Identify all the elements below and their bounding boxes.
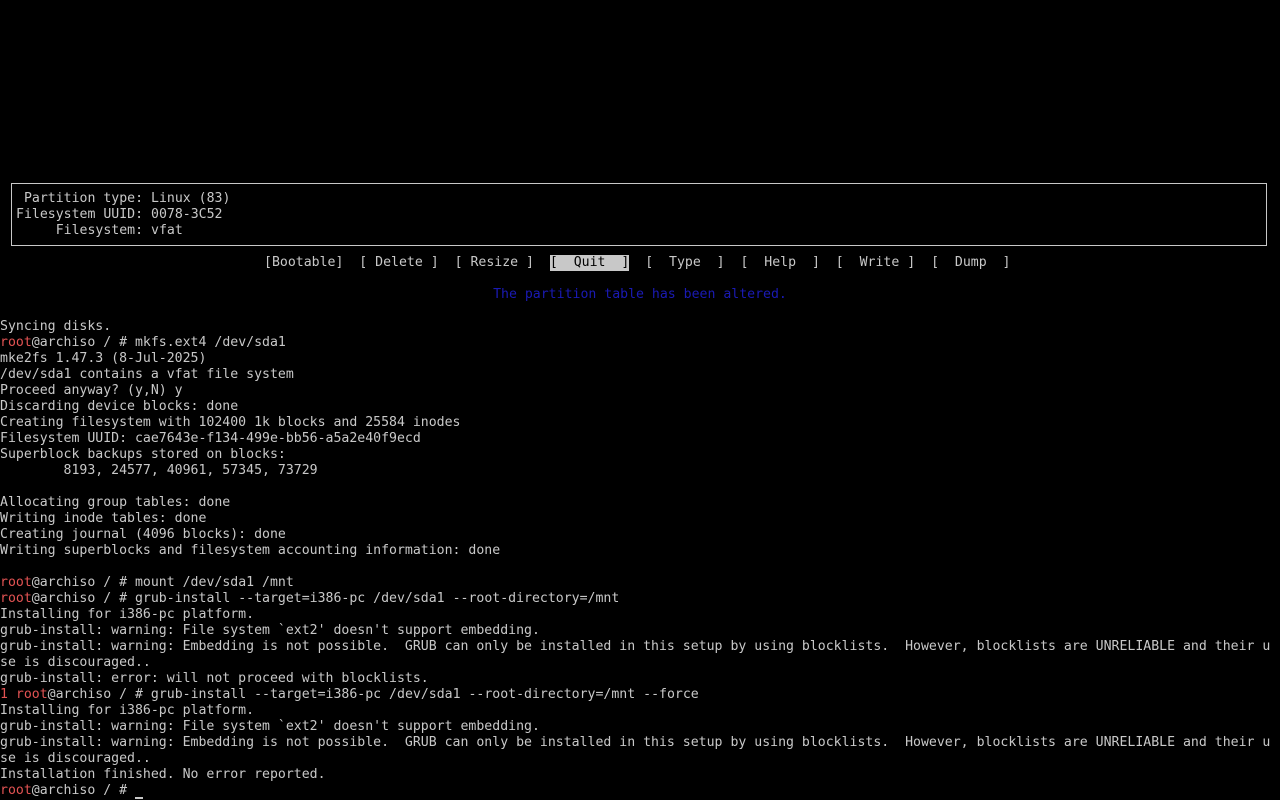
prompt-user: root — [0, 783, 32, 798]
prompt-host-path: @archiso / # — [31, 575, 135, 590]
partition-type-label: Partition type: — [16, 191, 144, 206]
partition-info-box: Partition type: Linux (83) Filesystem UU… — [11, 183, 1267, 246]
menu-delete-button[interactable]: [ Delete ] — [359, 255, 438, 271]
cfdisk-menu-bar: [Bootable] [ Delete ] [ Resize ] [ Quit … — [264, 255, 1010, 271]
command-line: 1 root@archiso / # grub-install --target… — [0, 687, 699, 703]
command-line: root@archiso / # mount /dev/sda1 /mnt — [0, 575, 294, 591]
menu-resize-button[interactable]: [ Resize ] — [455, 255, 534, 271]
command-text: grub-install --target=i386-pc /dev/sda1 … — [134, 591, 620, 606]
filesystem-value: vfat — [151, 223, 183, 238]
menu-quit-button[interactable]: [ Quit ] — [549, 255, 630, 271]
menu-type-button[interactable]: [ Type ] — [645, 255, 724, 271]
prompt-host-path: @archiso / # — [31, 591, 135, 606]
status-message: The partition table has been altered. — [493, 287, 787, 302]
output-line: /dev/sda1 contains a vfat file system — [0, 367, 294, 382]
prompt-host-path: @archiso / # — [31, 335, 135, 350]
partition-type-row: Partition type: Linux (83) — [16, 191, 230, 207]
prompt-user: root — [15, 687, 48, 702]
exit-code: 1 — [0, 687, 16, 702]
command-line: root@archiso / # mkfs.ext4 /dev/sda1 — [0, 335, 286, 351]
menu-bootable-button[interactable]: [Bootable] — [264, 255, 343, 271]
menu-dump-button[interactable]: [ Dump ] — [931, 255, 1010, 271]
command-line: root@archiso / # grub-install --target=i… — [0, 591, 619, 607]
output-line: Superblock backups stored on blocks: — [0, 447, 286, 462]
prompt-user: root — [0, 591, 32, 606]
menu-help-button[interactable]: [ Help ] — [740, 255, 819, 271]
filesystem-uuid-label: Filesystem UUID: — [16, 207, 144, 222]
output-line: Discarding device blocks: done — [0, 399, 239, 414]
text-cursor — [134, 797, 143, 799]
output-line: Writing inode tables: done — [0, 511, 207, 526]
prompt-host-path: @archiso / # — [31, 783, 135, 798]
output-line: Creating filesystem with 102400 1k block… — [0, 415, 461, 430]
output-line: Proceed anyway? (y,N) y — [0, 383, 183, 398]
command-text: grub-install --target=i386-pc /dev/sda1 … — [150, 687, 699, 702]
menu-write-button[interactable]: [ Write ] — [836, 255, 915, 271]
command-text: mount /dev/sda1 /mnt — [134, 575, 294, 590]
terminal-screen[interactable]: Partition type: Linux (83) Filesystem UU… — [0, 0, 1280, 800]
filesystem-label: Filesystem: — [16, 223, 144, 238]
output-line: grub-install: warning: File system `ext2… — [0, 719, 540, 734]
prompt-host-path: @archiso / # — [47, 687, 151, 702]
filesystem-uuid-value: 0078-3C52 — [151, 207, 223, 222]
filesystem-row: Filesystem: vfat — [16, 223, 183, 239]
output-line: Installing for i386-pc platform. — [0, 703, 255, 718]
output-line: grub-install: warning: Embedding is not … — [0, 639, 1271, 654]
output-line: Installation finished. No error reported… — [0, 767, 326, 782]
partition-type-value: Linux (83) — [151, 191, 231, 206]
output-line: se is discouraged.. — [0, 655, 151, 670]
output-line: grub-install: error: will not proceed wi… — [0, 671, 429, 686]
output-line: Creating journal (4096 blocks): done — [0, 527, 286, 542]
output-line: se is discouraged.. — [0, 751, 151, 766]
prompt-user: root — [0, 575, 32, 590]
output-line: Writing superblocks and filesystem accou… — [0, 543, 501, 558]
output-line: grub-install: warning: Embedding is not … — [0, 735, 1271, 750]
output-line: Allocating group tables: done — [0, 495, 231, 510]
command-text: mkfs.ext4 /dev/sda1 — [134, 335, 286, 350]
output-line: Syncing disks. — [0, 319, 112, 334]
active-prompt-line[interactable]: root@archiso / # — [0, 783, 143, 799]
prompt-user: root — [0, 335, 32, 350]
output-line: grub-install: warning: File system `ext2… — [0, 623, 540, 638]
output-line: Installing for i386-pc platform. — [0, 607, 255, 622]
output-line: 8193, 24577, 40961, 57345, 73729 — [0, 463, 318, 478]
output-line: mke2fs 1.47.3 (8-Jul-2025) — [0, 351, 207, 366]
filesystem-uuid-row: Filesystem UUID: 0078-3C52 — [16, 207, 222, 223]
output-line: Filesystem UUID: cae7643e-f134-499e-bb56… — [0, 431, 421, 446]
